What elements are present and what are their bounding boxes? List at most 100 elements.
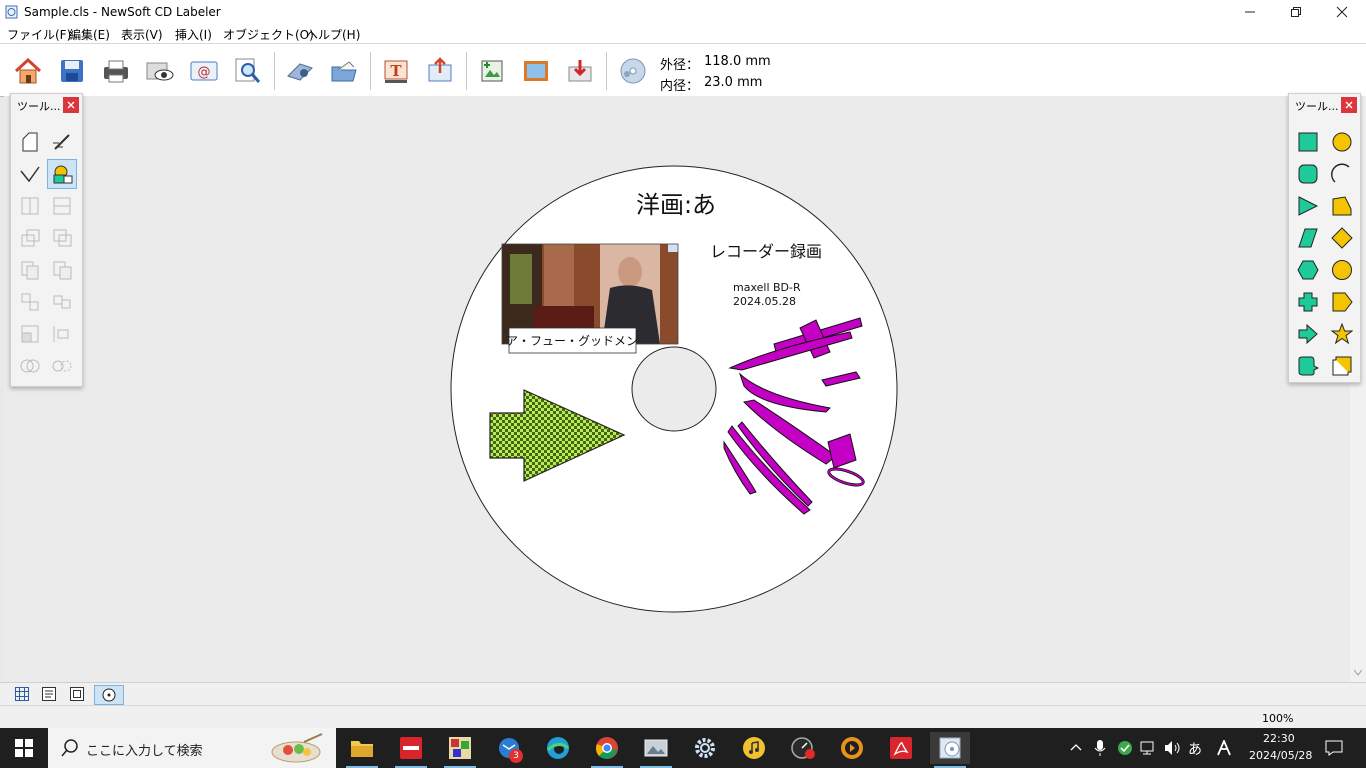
home-button[interactable] — [11, 54, 45, 88]
menu-insert[interactable]: 挿入(I) — [175, 26, 212, 43]
ungroup-icon — [53, 295, 71, 309]
clock-time[interactable]: 22:30 — [1263, 732, 1295, 745]
photo-caption[interactable]: ア・フュー・グッドメン — [506, 334, 638, 348]
taskbar-search[interactable]: ここに入力して検索 — [48, 728, 336, 768]
menu-object[interactable]: オブジェクト(O) — [223, 26, 314, 43]
taskbar-app-red[interactable] — [391, 732, 431, 768]
network-icon[interactable] — [1140, 740, 1158, 756]
text-icon: T — [384, 60, 408, 83]
shape-arc[interactable] — [1327, 159, 1357, 189]
shape-parallelogram[interactable] — [1293, 223, 1323, 253]
gauge-icon — [791, 737, 815, 759]
background-button[interactable] — [519, 54, 553, 88]
circle-icon — [1332, 132, 1352, 152]
floppy-icon — [61, 60, 83, 82]
shape-hexagon[interactable] — [1293, 255, 1323, 285]
label-subtitle[interactable]: レコーダー録画 — [710, 242, 822, 261]
minimize-button[interactable] — [1227, 0, 1273, 24]
parallelogram-icon — [1298, 228, 1318, 248]
view-grid-button[interactable] — [11, 685, 33, 703]
left-tool-palette: ツール... — [10, 93, 83, 387]
shape-pentagon-arrow[interactable] — [1327, 287, 1357, 317]
close-button[interactable] — [1319, 0, 1365, 24]
select-tool-button[interactable] — [15, 127, 45, 157]
tray-chevron-icon[interactable] — [1070, 742, 1082, 752]
shape-cross[interactable] — [1293, 287, 1323, 317]
restore-button[interactable] — [1273, 0, 1319, 24]
taskbar-meter[interactable] — [783, 732, 823, 764]
palette-header[interactable]: ツール... — [1289, 94, 1360, 116]
taskbar-player[interactable] — [832, 732, 872, 764]
open-image-button[interactable] — [327, 54, 361, 88]
menu-help[interactable]: ヘルプ(H) — [306, 26, 360, 43]
disc-settings-button[interactable] — [616, 54, 650, 88]
taskbar-acrobat[interactable] — [881, 732, 921, 764]
copy-button — [15, 255, 45, 285]
save-button[interactable] — [55, 54, 89, 88]
insert-object-button[interactable] — [423, 54, 457, 88]
insert-text-button[interactable]: T — [379, 54, 413, 88]
shape-diamond[interactable] — [1327, 223, 1357, 253]
shape-callout[interactable] — [1293, 351, 1323, 381]
taskbar-mail[interactable]: 3 — [489, 732, 529, 764]
taskbar-settings[interactable] — [685, 732, 725, 764]
shape-octagon[interactable] — [1327, 255, 1357, 285]
taskbar-paint[interactable] — [440, 732, 480, 768]
palette-close-button[interactable] — [63, 97, 79, 113]
draw-tool-button[interactable] — [47, 127, 77, 157]
search-highlight-icon — [271, 733, 323, 763]
shape-star[interactable] — [1327, 319, 1357, 349]
shape-frame[interactable] — [1327, 351, 1357, 381]
restore-icon — [1291, 7, 1301, 17]
shape-arrow[interactable] — [1293, 319, 1323, 349]
zoom-button[interactable] — [231, 54, 265, 88]
cd-label[interactable]: 洋画:あ レコーダー録画 maxell BD-R 2024.05.28 ア・フュ… — [4, 96, 1350, 682]
ime-indicator[interactable]: あ — [1188, 739, 1202, 759]
view-mode-bar — [0, 682, 1366, 705]
add-image-button[interactable] — [475, 54, 509, 88]
taskbar-explorer[interactable] — [342, 732, 382, 768]
microphone-icon[interactable] — [1094, 739, 1106, 757]
print-button[interactable] — [99, 54, 133, 88]
search-placeholder: ここに入力して検索 — [86, 744, 203, 759]
label-media[interactable]: maxell BD-R — [733, 281, 801, 294]
svg-text:T: T — [390, 62, 402, 80]
shape-triangle[interactable] — [1293, 191, 1323, 221]
email-icon: @ — [190, 61, 218, 81]
language-icon[interactable] — [1216, 740, 1232, 756]
shape-rounded-rect[interactable] — [1293, 159, 1323, 189]
taskbar-cd-labeler[interactable] — [930, 732, 970, 768]
scan-button[interactable] — [283, 54, 317, 88]
shape-rectangle[interactable] — [1293, 127, 1323, 157]
view-text-button[interactable] — [38, 685, 60, 703]
shape-tool-button[interactable] — [47, 159, 77, 189]
menu-view[interactable]: 表示(V) — [121, 26, 163, 43]
taskbar-edge[interactable] — [538, 732, 578, 764]
export-button[interactable] — [563, 54, 597, 88]
shape-pentagon-tab[interactable] — [1327, 191, 1357, 221]
palette-header[interactable]: ツール... — [11, 94, 82, 116]
security-check-icon[interactable] — [1117, 740, 1133, 756]
label-date[interactable]: 2024.05.28 — [733, 295, 796, 308]
email-button[interactable]: @ — [187, 54, 221, 88]
palette-title: ツール... — [1295, 100, 1339, 113]
bring-forward-button — [15, 223, 45, 253]
design-canvas[interactable]: 洋画:あ レコーダー録画 maxell BD-R 2024.05.28 ア・フュ… — [4, 96, 1350, 682]
palette-close-button[interactable] — [1341, 97, 1357, 113]
menu-edit[interactable]: 編集(E) — [69, 26, 110, 43]
view-disc-button[interactable] — [94, 685, 124, 705]
start-button[interactable] — [4, 732, 44, 764]
volume-icon[interactable] — [1164, 740, 1182, 756]
notification-icon[interactable] — [1325, 740, 1343, 756]
preview-button[interactable] — [143, 54, 177, 88]
clock-date[interactable]: 2024/05/28 — [1249, 749, 1312, 762]
view-booklet-button[interactable] — [66, 685, 88, 703]
scroll-down-icon[interactable] — [1354, 670, 1362, 676]
label-title[interactable]: 洋画:あ — [636, 191, 716, 219]
shape-circle[interactable] — [1327, 127, 1357, 157]
taskbar-chrome[interactable] — [587, 732, 627, 768]
line-tool-button[interactable] — [15, 159, 45, 189]
taskbar-photos[interactable] — [636, 732, 676, 768]
taskbar-music[interactable] — [734, 732, 774, 764]
menu-file[interactable]: ファイル(F) — [7, 26, 71, 43]
